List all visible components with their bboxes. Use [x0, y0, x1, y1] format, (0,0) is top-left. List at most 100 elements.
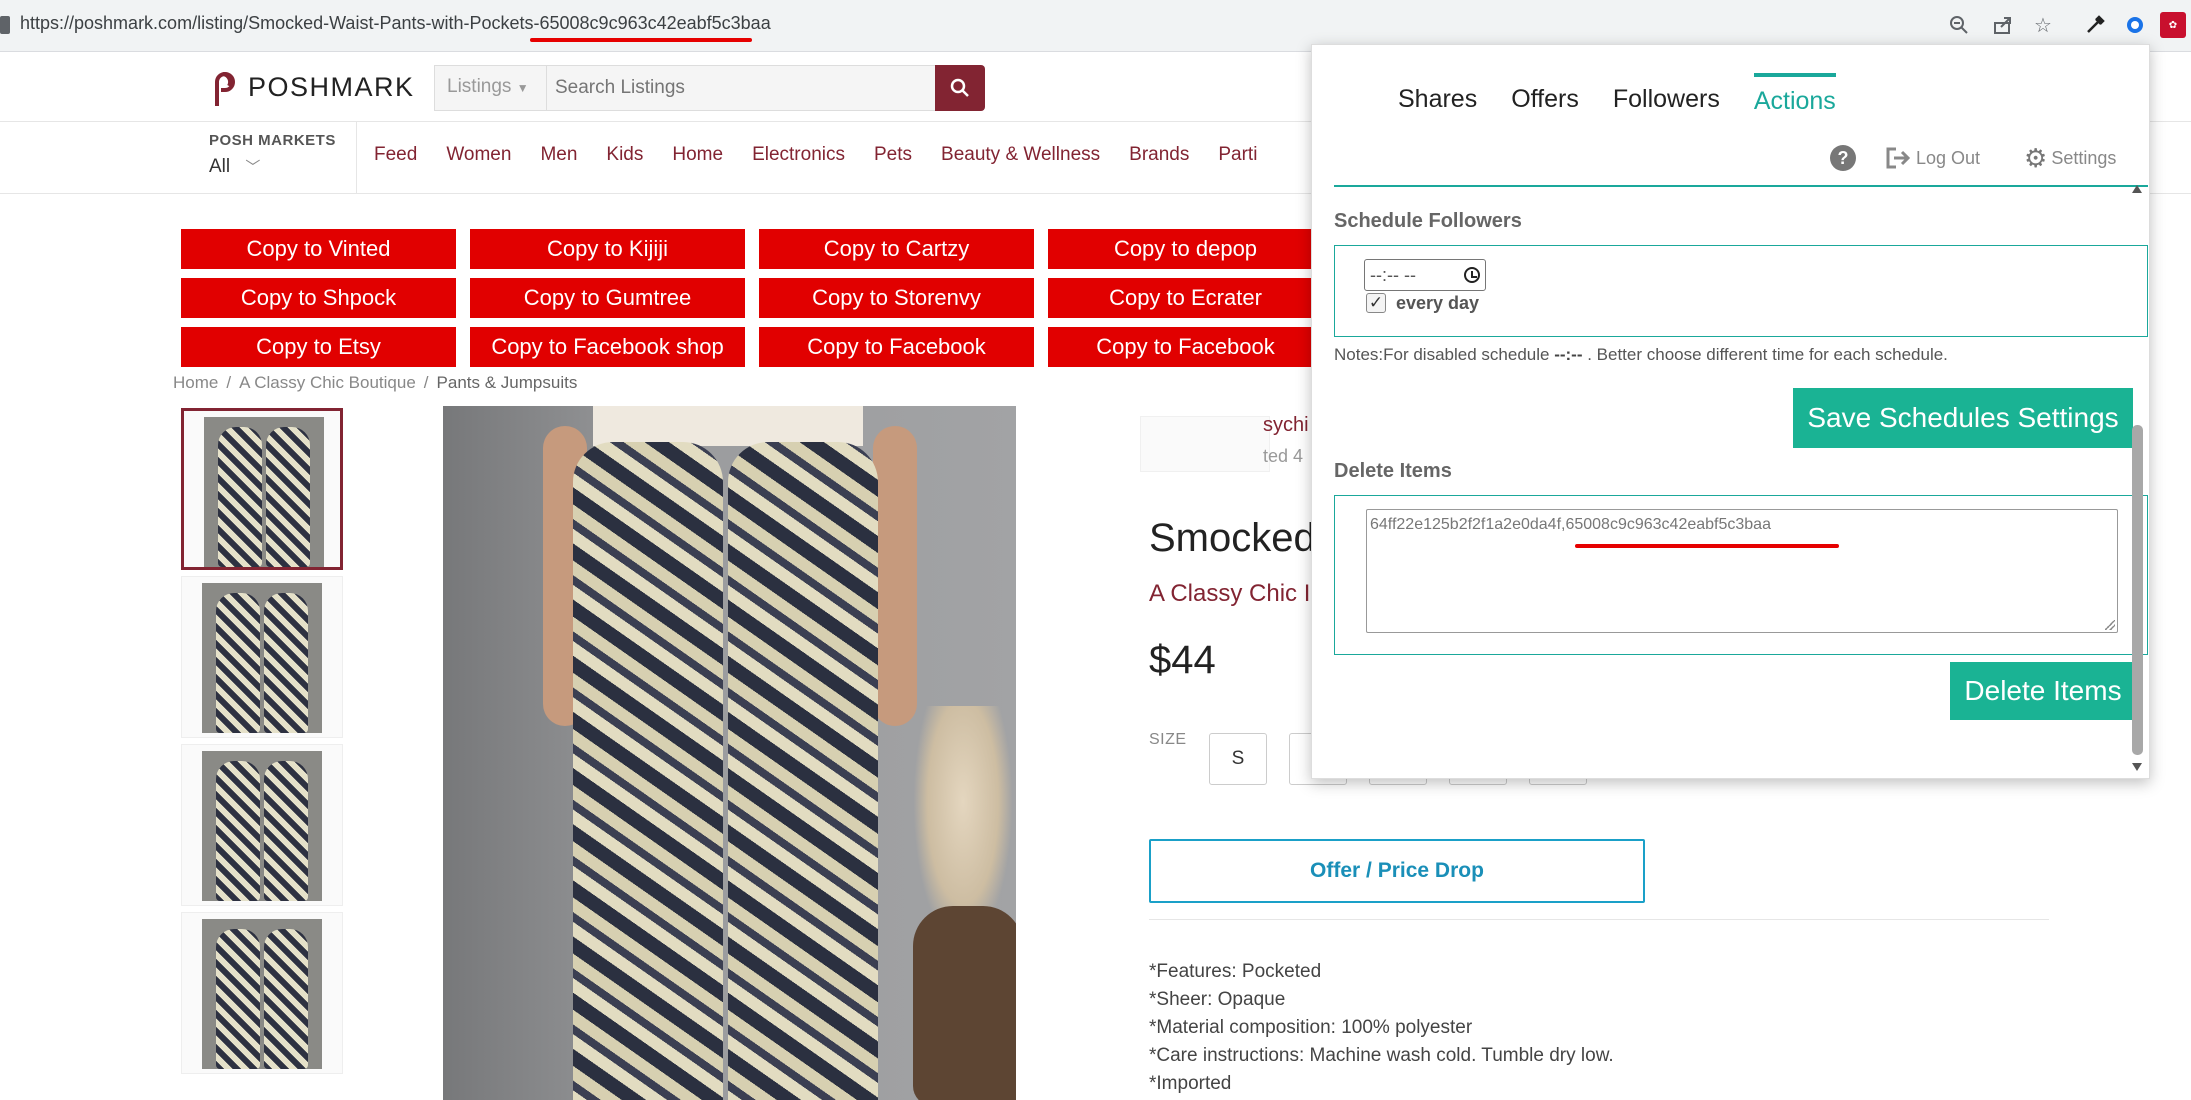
seller-avatar[interactable]: [1140, 416, 1270, 472]
caret-down-icon: ▼: [516, 81, 529, 95]
schedule-time-value: --:-- --: [1370, 264, 1416, 285]
id-highlight-underline: [1575, 544, 1839, 548]
breadcrumb-boutique[interactable]: A Classy Chic Boutique: [239, 373, 416, 392]
divider: [1149, 919, 2049, 920]
pants-thumbnail-image: [202, 751, 322, 901]
url-prefix: https://poshmark.com/listing/Smocked-Wai…: [20, 13, 540, 33]
star-icon[interactable]: ☆: [2030, 12, 2056, 38]
tab-followers[interactable]: Followers: [1613, 73, 1720, 133]
listing-title: Smocked: [1149, 516, 1316, 560]
search-scope-label: Listings: [447, 76, 512, 97]
settings-button[interactable]: ⚙ Settings: [2024, 145, 2116, 171]
description-line: *Features: Pocketed: [1149, 961, 1322, 982]
search-scope-select[interactable]: Listings ▼: [434, 65, 546, 111]
listing-price: $44: [1149, 638, 1216, 682]
scroll-thumb[interactable]: [2132, 425, 2143, 755]
share-icon[interactable]: [1990, 12, 2016, 38]
popup-tabs: Shares Offers Followers Actions: [1398, 73, 1870, 133]
copy-to-etsy-button[interactable]: Copy to Etsy: [180, 326, 457, 368]
every-day-checkbox[interactable]: ✓: [1366, 293, 1386, 313]
popup-scrollbar[interactable]: [2129, 185, 2145, 775]
nav-item-women[interactable]: Women: [446, 144, 511, 166]
logout-label: Log Out: [1916, 147, 1981, 168]
copy-to-gumtree-button[interactable]: Copy to Gumtree: [469, 277, 746, 319]
thumbnail-1[interactable]: [181, 408, 343, 570]
thumbnail-3[interactable]: [181, 744, 343, 906]
nav-item-electronics[interactable]: Electronics: [752, 144, 845, 166]
listing-brand[interactable]: A Classy Chic I: [1149, 580, 1310, 608]
offer-price-drop-button[interactable]: Offer / Price Drop: [1149, 839, 1645, 903]
poshmark-logo-icon[interactable]: [207, 70, 239, 106]
tab-actions[interactable]: Actions: [1753, 73, 1836, 133]
extension-popup: Shares Offers Followers Actions ? Log Ou…: [1311, 44, 2150, 779]
vase: [913, 906, 1016, 1100]
extension-icon[interactable]: [2122, 12, 2148, 38]
copy-to-kijiji-button[interactable]: Copy to Kijiji: [469, 228, 746, 270]
thumbnail-2[interactable]: [181, 576, 343, 738]
copy-to-ecrater-button[interactable]: Copy to Ecrater: [1047, 277, 1324, 319]
notes-suffix: . Better choose different time for each …: [1582, 345, 1948, 364]
nav-item-brands[interactable]: Brands: [1129, 144, 1189, 166]
copy-to-facebook-button-2[interactable]: Copy to Facebook: [1047, 326, 1324, 368]
gear-icon: ⚙: [2024, 143, 2048, 173]
copy-to-facebook-button[interactable]: Copy to Facebook: [758, 326, 1035, 368]
logout-icon: [1886, 147, 1911, 169]
every-day-label: every day: [1396, 293, 1480, 313]
main-product-image[interactable]: [443, 406, 1016, 1100]
posh-markets-value: All: [209, 156, 231, 177]
breadcrumb-category[interactable]: Pants & Jumpsuits: [437, 373, 578, 392]
clock-icon[interactable]: [1464, 267, 1480, 283]
nav-item-kids[interactable]: Kids: [606, 144, 643, 166]
scroll-down-icon[interactable]: [2132, 763, 2142, 771]
search-button[interactable]: [935, 65, 985, 111]
shirt-area: [593, 406, 863, 446]
size-chip-s[interactable]: S: [1209, 733, 1267, 785]
save-schedules-button[interactable]: Save Schedules Settings: [1793, 388, 2133, 448]
nav-item-party[interactable]: Parti: [1218, 144, 1257, 166]
posh-markets-label: POSH MARKETS: [209, 132, 336, 149]
zoom-icon[interactable]: [1946, 12, 1972, 38]
tab-shares[interactable]: Shares: [1398, 73, 1477, 133]
size-label: SIZE: [1149, 731, 1187, 748]
settings-label: Settings: [2051, 147, 2117, 168]
nav-item-feed[interactable]: Feed: [374, 144, 417, 166]
schedule-followers-title: Schedule Followers: [1334, 210, 1522, 232]
nav-divider: [356, 122, 357, 194]
logo-text[interactable]: POSHMARK: [248, 72, 415, 103]
delete-items-textarea[interactable]: 64ff22e125b2f2f1a2e0da4f,65008c9c963c42e…: [1366, 509, 2118, 633]
scroll-up-icon[interactable]: [2132, 185, 2142, 193]
nav-item-beauty-wellness[interactable]: Beauty & Wellness: [941, 144, 1100, 166]
nav-item-pets[interactable]: Pets: [874, 144, 912, 166]
thumbnail-4[interactable]: [181, 912, 343, 1074]
delete-items-title: Delete Items: [1334, 460, 1452, 482]
copy-to-vinted-button[interactable]: Copy to Vinted: [180, 228, 457, 270]
copy-to-facebook-shop-button[interactable]: Copy to Facebook shop: [469, 326, 746, 368]
url-listing-id: 65008c9c963c42eabf5c3baa: [539, 13, 771, 33]
search-input[interactable]: [546, 65, 936, 111]
copy-to-depop-button[interactable]: Copy to depop: [1047, 228, 1324, 270]
seller-name[interactable]: sychi: [1263, 414, 1309, 437]
nav-item-men[interactable]: Men: [540, 144, 577, 166]
description-line: *Sheer: Opaque: [1149, 989, 1286, 1010]
help-icon[interactable]: ?: [1830, 145, 1856, 171]
nav-item-home[interactable]: Home: [672, 144, 723, 166]
delete-items-button[interactable]: Delete Items: [1950, 662, 2136, 720]
url-field[interactable]: https://poshmark.com/listing/Smocked-Wai…: [20, 13, 771, 34]
eyedropper-icon[interactable]: [2082, 12, 2108, 38]
posh-markets-select[interactable]: All ﹀: [209, 156, 260, 178]
chevron-down-icon: ﹀: [245, 159, 261, 176]
copy-to-shpock-button[interactable]: Copy to Shpock: [180, 277, 457, 319]
poshmark-extension-icon[interactable]: ✿: [2160, 12, 2186, 38]
resize-handle-icon[interactable]: [2105, 620, 2115, 630]
breadcrumb-home[interactable]: Home: [173, 373, 218, 392]
logout-button[interactable]: Log Out: [1886, 147, 1980, 169]
screen: https://poshmark.com/listing/Smocked-Wai…: [0, 0, 2191, 1100]
breadcrumb-separator: /: [226, 373, 232, 392]
seller-listed-time: ted 4: [1263, 446, 1304, 466]
copy-to-storenvy-button[interactable]: Copy to Storenvy: [758, 277, 1035, 319]
copy-to-cartzy-button[interactable]: Copy to Cartzy: [758, 228, 1035, 270]
schedule-time-input[interactable]: --:-- --: [1364, 259, 1486, 291]
breadcrumb: Home / A Classy Chic Boutique / Pants & Jump…: [173, 373, 577, 393]
tab-offers[interactable]: Offers: [1511, 73, 1579, 133]
description-line: *Material composition: 100% polyester: [1149, 1017, 1473, 1038]
